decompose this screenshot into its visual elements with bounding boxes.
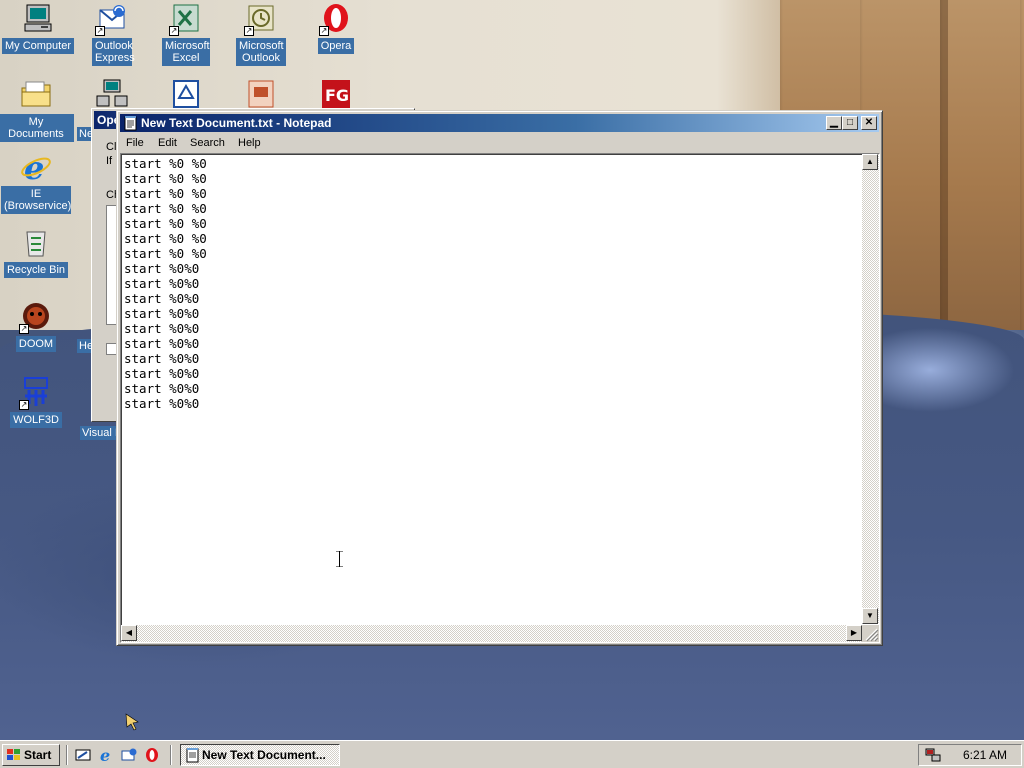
background-window-text: If: [106, 155, 113, 167]
start-button[interactable]: Start: [2, 744, 60, 766]
taskbar-separator: [66, 745, 68, 765]
doom-icon: ↗: [19, 300, 53, 334]
taskbar-button-label: New Text Document...: [202, 748, 326, 762]
shortcut-arrow-icon: ↗: [169, 26, 179, 36]
maximize-button[interactable]: □: [842, 116, 858, 130]
outlook-express-icon[interactable]: [121, 747, 137, 763]
taskbar-separator: [170, 745, 172, 765]
desktop-icon-my-computer[interactable]: My Computer: [0, 2, 76, 54]
menu-search[interactable]: Search: [190, 134, 225, 152]
windows-logo-icon: [7, 749, 20, 760]
internet-explorer-icon[interactable]: e: [98, 747, 114, 763]
horizontal-scrollbar[interactable]: ◀ ▶: [121, 625, 862, 642]
desktop-icon-doom[interactable]: ↗ DOOM: [0, 300, 74, 352]
close-button[interactable]: ✕: [861, 116, 877, 130]
desktop-icon-label: Microsoft Excel: [162, 38, 210, 66]
outlook-icon: ↗: [244, 2, 278, 36]
text-editor[interactable]: start %0 %0 start %0 %0 start %0 %0 star…: [120, 153, 880, 643]
recycle-bin-icon: [19, 226, 53, 260]
size-grip[interactable]: [862, 625, 879, 642]
application-icon: [169, 78, 203, 112]
wolf3d-icon: ↗: [19, 376, 53, 410]
desktop-icon-outlook-express[interactable]: ↗ Outlook Express: [74, 2, 150, 66]
desktop-icon-label: My Computer: [1, 38, 75, 54]
desktop-icon-label: Outlook Express: [92, 38, 135, 66]
shortcut-arrow-icon: ↗: [244, 26, 254, 36]
maximize-icon: □: [846, 117, 854, 128]
desktop-icon-label: Visual I: [80, 426, 120, 440]
fg-app-icon: FG: [319, 78, 353, 112]
shortcut-arrow-icon: ↗: [19, 324, 29, 334]
text-cursor-icon: [336, 551, 343, 567]
desktop: My Computer ↗ Outlook Express ↗ Microsof…: [0, 0, 1024, 740]
arrow-right-icon: ▶: [850, 628, 858, 637]
opera-icon[interactable]: [144, 747, 160, 763]
scroll-down-button[interactable]: ▼: [862, 608, 878, 624]
desktop-icon-outlook[interactable]: ↗ Microsoft Outlook: [223, 2, 299, 66]
minimize-icon: ▁: [830, 117, 838, 128]
internet-explorer-icon: e: [19, 149, 53, 187]
excel-icon: ↗: [169, 2, 203, 36]
scroll-left-button[interactable]: ◀: [121, 625, 137, 641]
scroll-right-button[interactable]: ▶: [846, 625, 862, 641]
svg-text:e: e: [24, 150, 44, 184]
powerpoint-icon: [244, 78, 278, 112]
show-desktop-icon[interactable]: [75, 747, 91, 763]
close-icon: ✕: [864, 117, 874, 128]
wallpaper-wood-edge: [940, 0, 948, 330]
vertical-scrollbar[interactable]: ▲ ▼: [862, 154, 879, 624]
menu-bar: File Edit Search Help: [120, 134, 879, 152]
mouse-pointer-icon: [125, 713, 139, 731]
start-label: Start: [24, 748, 52, 762]
shortcut-arrow-icon: ↗: [19, 400, 29, 410]
menu-edit[interactable]: Edit: [158, 134, 177, 152]
taskbar-button-notepad[interactable]: New Text Document...: [180, 744, 340, 766]
desktop-icon-opera[interactable]: ↗ Opera: [298, 2, 374, 54]
shortcut-arrow-icon: ↗: [95, 26, 105, 36]
opera-icon: ↗: [319, 2, 353, 36]
menu-help[interactable]: Help: [238, 134, 261, 152]
desktop-icon-label: WOLF3D: [10, 412, 62, 428]
desktop-icon-ie[interactable]: e IE (Browservice): [0, 149, 74, 214]
scroll-up-button[interactable]: ▲: [862, 154, 878, 170]
desktop-icon-label: IE (Browservice): [1, 186, 71, 214]
arrow-up-icon: ▲: [866, 157, 874, 166]
size-grip-icon: [865, 628, 879, 642]
desktop-icon-label: Recycle Bin: [3, 262, 69, 278]
desktop-icon-wolf3d[interactable]: ↗ WOLF3D: [0, 376, 74, 428]
notepad-icon[interactable]: [123, 115, 139, 131]
desktop-icon-label: My Documents: [0, 114, 74, 142]
my-computer-icon: [21, 2, 55, 36]
window-title: New Text Document.txt - Notepad: [141, 116, 332, 130]
network-icon: [95, 78, 129, 112]
taskbar: Start e New Text Document... 6:21 AM: [0, 740, 1024, 768]
desktop-icon-excel[interactable]: ↗ Microsoft Excel: [148, 2, 224, 66]
menu-file[interactable]: File: [126, 134, 144, 152]
desktop-icon-label: Opera: [317, 38, 355, 54]
desktop-icon-label: DOOM: [15, 336, 57, 352]
svg-text:FG: FG: [325, 86, 349, 105]
svg-text:e: e: [100, 747, 110, 763]
arrow-left-icon: ◀: [125, 628, 133, 637]
desktop-icon-label: Microsoft Outlook: [236, 38, 286, 66]
notepad-icon: [186, 748, 199, 763]
minimize-button[interactable]: ▁: [826, 116, 842, 130]
desktop-icon-recycle-bin[interactable]: Recycle Bin: [0, 226, 74, 278]
outlook-express-icon: ↗: [95, 2, 129, 36]
document-text[interactable]: start %0 %0 start %0 %0 start %0 %0 star…: [124, 156, 860, 624]
folder-icon: [19, 78, 53, 112]
network-tray-icon[interactable]: [925, 747, 941, 763]
shortcut-arrow-icon: ↗: [319, 26, 329, 36]
desktop-icon-my-documents[interactable]: My Documents: [0, 78, 74, 142]
system-tray: 6:21 AM: [918, 744, 1022, 766]
clock[interactable]: 6:21 AM: [963, 745, 1007, 765]
notepad-window[interactable]: New Text Document.txt - Notepad ▁ □ ✕ Fi…: [116, 110, 883, 646]
arrow-down-icon: ▼: [866, 611, 874, 620]
notepad-titlebar[interactable]: New Text Document.txt - Notepad ▁ □ ✕: [120, 114, 879, 132]
